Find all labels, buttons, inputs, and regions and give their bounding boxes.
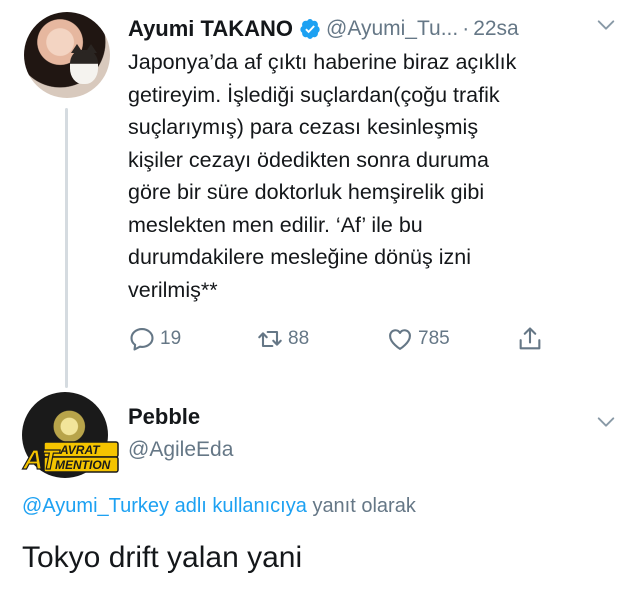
share-icon [519, 327, 541, 350]
reply-count: 19 [160, 328, 182, 349]
like-button[interactable]: 785 [386, 325, 450, 353]
avatar-ayumi[interactable] [24, 12, 110, 98]
tweet-actions-bar: 19 88 785 [128, 322, 558, 356]
reply-author-name[interactable]: Pebble [128, 404, 200, 430]
replying-to-suffix: yanıt olarak [312, 495, 416, 517]
chevron-down-icon[interactable] [595, 14, 617, 36]
tweet-timestamp[interactable]: 22sa [473, 17, 519, 41]
retweet-button[interactable]: 88 [256, 325, 309, 353]
retweet-icon [258, 330, 282, 348]
share-button[interactable] [516, 325, 548, 353]
chevron-down-icon[interactable] [595, 411, 617, 433]
verified-badge-icon [300, 19, 320, 40]
original-tweet[interactable]: Ayumi TAKANO @Ayumi_Tu... · 22sa Japonya… [0, 0, 635, 390]
svg-text:MENTION: MENTION [55, 458, 111, 472]
reply-author-handle[interactable]: @AgileEda [128, 438, 233, 462]
replying-to-mention-link[interactable]: @Ayumi_Turkey adlı kullanıcıya [22, 495, 307, 517]
cat-in-avatar [70, 44, 98, 84]
tweet-header: Ayumi TAKANO @Ayumi_Tu... · 22sa [128, 14, 621, 44]
author-handle[interactable]: @Ayumi_Tu... [326, 17, 458, 41]
reply-tweet-text: Tokyo drift yalan yani [22, 541, 303, 574]
tweet-body-text: Japonya’da af çıktı haberine biraz açıkl… [128, 50, 517, 302]
like-icon [389, 329, 411, 350]
retweet-count: 88 [288, 328, 310, 349]
separator-dot: · [462, 17, 470, 40]
svg-text:AVRAT: AVRAT [59, 443, 101, 457]
like-count: 785 [418, 328, 450, 349]
replying-to-line: @Ayumi_Turkey adlı kullanıcıya yanıt ola… [22, 495, 416, 518]
atavrat-mention-logo: AT AVRAT MENTION [21, 441, 119, 476]
author-name[interactable]: Ayumi TAKANO [128, 16, 293, 42]
reply-button[interactable]: 19 [128, 325, 181, 353]
avatar-pebble[interactable]: AT AVRAT MENTION [21, 392, 120, 478]
reply-icon [130, 328, 154, 351]
